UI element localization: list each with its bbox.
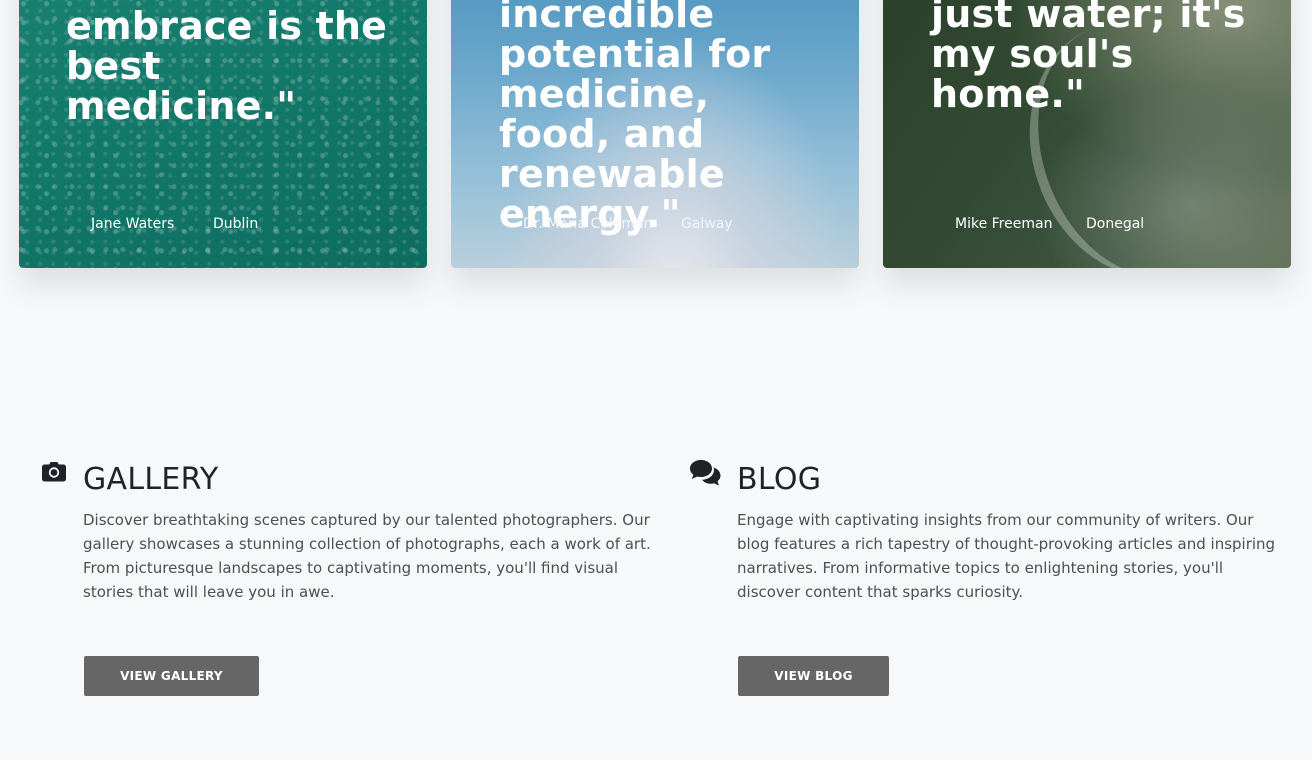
camera-icon	[40, 458, 72, 490]
testimonial-author: Mike Freeman	[955, 216, 1053, 232]
gallery-description: Discover breathtaking scenes captured by…	[83, 511, 651, 601]
view-blog-button[interactable]: VIEW BLOG	[738, 656, 889, 696]
testimonial-quote: reminder that nature's embrace is the be…	[66, 0, 388, 128]
blog-description: Engage with captivating insights from ou…	[737, 511, 1276, 601]
view-gallery-button[interactable]: VIEW GALLERY	[84, 656, 259, 696]
testimonial-author: Jane Waters	[91, 216, 175, 232]
testimonial-location: Galway	[681, 216, 733, 232]
testimonial-author: Dr. Maria Coleman	[523, 216, 653, 232]
testimonial-location: Donegal	[1086, 216, 1145, 232]
comments-icon	[688, 458, 721, 490]
testimonial-quote: The ocean isn't just water; it's my soul…	[931, 0, 1246, 116]
testimonial-quote: incredible potential for medicine, food,…	[499, 0, 771, 236]
blog-title: BLOG	[737, 462, 822, 497]
testimonial-card[interactable]: incredible potential for medicine, food,…	[451, 0, 859, 268]
testimonial-card[interactable]: The ocean isn't just water; it's my soul…	[883, 0, 1291, 268]
gallery-title: GALLERY	[83, 462, 219, 497]
testimonial-card[interactable]: reminder that nature's embrace is the be…	[19, 0, 427, 268]
testimonial-cards: reminder that nature's embrace is the be…	[0, 0, 1312, 300]
testimonial-location: Dublin	[213, 216, 259, 232]
